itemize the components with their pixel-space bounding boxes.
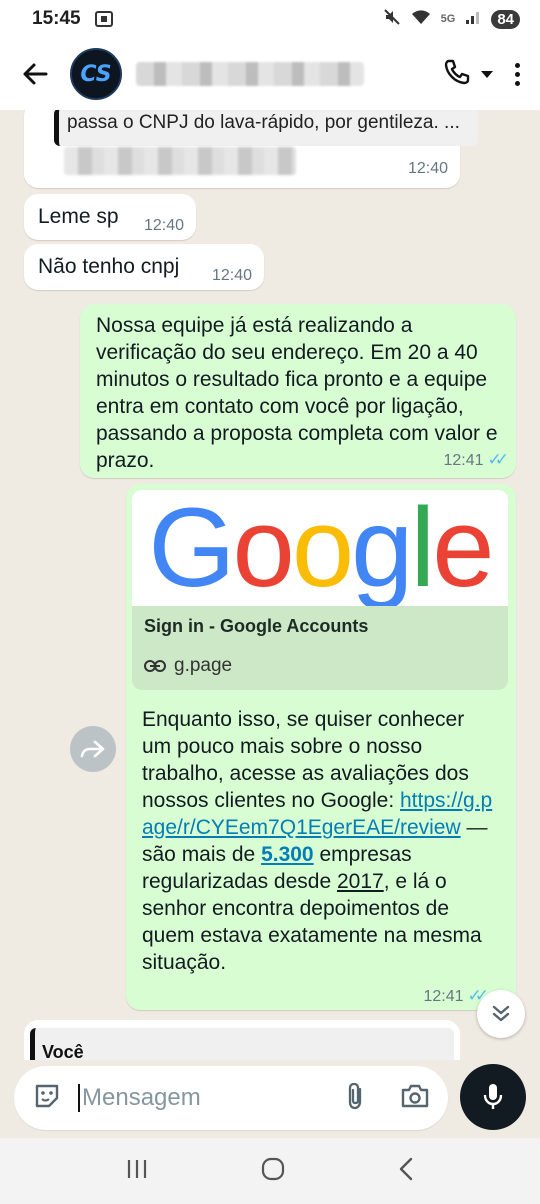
link-preview-image[interactable]: Google (132, 490, 508, 606)
quoted-message[interactable]: passa o CNPJ do lava-rápido, por gentile… (54, 110, 478, 146)
link-preview-domain: g.page (144, 655, 496, 677)
battery-indicator: 84 (491, 9, 520, 29)
camera-icon (401, 1084, 429, 1107)
mute-icon (383, 8, 401, 30)
quoted-author: Você (42, 1042, 84, 1060)
back-nav-button[interactable] (397, 1156, 415, 1187)
message-outgoing-partial[interactable]: Você (24, 1020, 460, 1060)
message-text: Leme sp (38, 205, 119, 228)
message-time: 12:40 (407, 160, 448, 177)
double-chevron-down-icon (492, 1005, 510, 1022)
message-time: 12:40 (211, 267, 252, 284)
signal-icon (465, 9, 481, 29)
chat-area[interactable]: passa o CNPJ do lava-rápido, por gentile… (0, 110, 540, 1060)
system-nav-bar (0, 1138, 540, 1204)
quoted-message[interactable] (30, 1028, 454, 1060)
arrow-left-icon (23, 63, 48, 85)
chat-header: CS (0, 38, 540, 110)
sticker-button[interactable] (32, 1081, 62, 1116)
year-text: 2017 (336, 870, 384, 893)
redacted-text (64, 147, 296, 175)
message-outgoing[interactable]: Nossa equipe já está realizando a verifi… (80, 304, 516, 478)
message-text: Não tenho cnpj (38, 255, 180, 278)
message-input[interactable]: Mensagem (78, 1084, 201, 1112)
read-receipt-icon: ✓✓ (487, 450, 509, 469)
message-outgoing-link[interactable]: Google Sign in - Google Accounts g.page … (126, 484, 516, 1010)
message-composer[interactable]: Mensagem (14, 1066, 448, 1130)
contact-name-redacted[interactable] (136, 62, 364, 86)
network-type: 5G (440, 13, 456, 25)
call-button[interactable] (443, 58, 471, 91)
message-incoming[interactable]: Não tenho cnpj 12:40 (24, 244, 264, 290)
recent-apps-button[interactable] (125, 1158, 149, 1185)
camera-button[interactable] (400, 1083, 430, 1114)
quoted-text: passa o CNPJ do lava-rápido, por gentile… (67, 112, 460, 133)
message-text: Nossa equipe já está realizando a verifi… (96, 314, 498, 472)
message-incoming[interactable]: Leme sp 12:40 (24, 194, 196, 240)
count-link[interactable]: 5.300 (261, 843, 314, 866)
home-button[interactable] (260, 1156, 286, 1187)
paperclip-icon (348, 1082, 362, 1109)
message-time: 12:40 (143, 217, 184, 234)
link-preview-domain-text: g.page (174, 655, 233, 676)
recents-icon (128, 1159, 147, 1178)
link-preview-title: Sign in - Google Accounts (144, 616, 369, 636)
link-icon (144, 660, 166, 672)
forward-icon (80, 740, 105, 758)
phone-icon (444, 59, 470, 84)
more-vert-icon[interactable] (511, 62, 524, 86)
message-time-text: 12:41 (423, 988, 464, 1005)
scroll-to-bottom-button[interactable] (477, 990, 525, 1038)
message-time-text: 12:41 (443, 452, 484, 469)
wifi-icon (411, 9, 431, 29)
sticker-icon (35, 1084, 59, 1107)
chevron-left-icon (399, 1157, 412, 1180)
message-incoming-quoted[interactable]: passa o CNPJ do lava-rápido, por gentile… (24, 110, 478, 188)
message-time: 12:41 ✓✓ (423, 986, 488, 1006)
avatar-logo-text: CS (80, 61, 112, 87)
google-logo: Google (148, 485, 494, 610)
forward-button[interactable] (70, 726, 116, 772)
home-icon (261, 1157, 285, 1180)
call-dropdown-icon[interactable] (481, 70, 493, 78)
message-text: Enquanto isso, se quiser conhecer um pou… (142, 706, 498, 976)
status-bar: 15:45 5G 84 (0, 0, 540, 38)
link-preview[interactable]: Sign in - Google Accounts g.page (132, 606, 508, 690)
attach-button[interactable] (344, 1081, 366, 1116)
contact-avatar[interactable]: CS (70, 48, 122, 100)
screenshot-icon (94, 11, 113, 27)
voice-record-button[interactable] (460, 1064, 526, 1130)
status-time: 15:45 (32, 8, 81, 29)
back-button[interactable] (20, 59, 50, 89)
message-time: 12:41 ✓✓ (443, 450, 509, 470)
microphone-icon (483, 1084, 503, 1109)
